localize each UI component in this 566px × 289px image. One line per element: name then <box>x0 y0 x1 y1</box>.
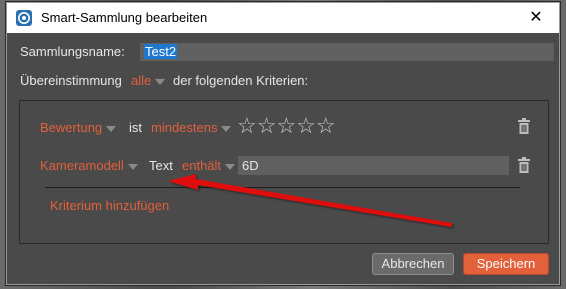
save-button[interactable]: Speichern <box>463 253 549 275</box>
caret-down-icon <box>155 78 166 85</box>
star-rating-selector[interactable]: ☆☆☆☆☆ <box>237 115 336 137</box>
collection-name-input[interactable]: Test2 <box>140 43 554 61</box>
criterion-type-text: Text <box>149 158 173 173</box>
cancel-button[interactable]: Abbrechen <box>372 253 454 275</box>
criterion-field-dropdown-rating[interactable]: Bewertung <box>40 120 117 135</box>
collection-name-label: Sammlungsname: <box>20 44 125 59</box>
criterion-condition-label: enthält <box>182 158 222 173</box>
add-criterion-link[interactable]: Kriterium hinzufügen <box>50 198 169 213</box>
caret-down-icon <box>127 163 138 170</box>
aperture-icon <box>16 10 32 26</box>
caret-down-icon <box>106 125 117 132</box>
window-title: Smart-Sammlung bearbeiten <box>41 10 208 25</box>
caret-down-icon <box>221 125 232 132</box>
criterion-field-label: Kameramodell <box>40 158 124 173</box>
dialog-content: Sammlungsname: Test2 Übereinstimmung all… <box>7 33 559 284</box>
close-button[interactable]: ✕ <box>513 3 559 33</box>
criterion-field-label: Bewertung <box>40 120 103 135</box>
collection-name-value: Test2 <box>144 44 178 59</box>
caret-down-icon <box>225 163 236 170</box>
criterion-condition-dropdown-camera[interactable]: enthält <box>182 158 236 173</box>
match-suffix-label: der folgenden Kriterien: <box>173 73 309 88</box>
trash-icon[interactable] <box>517 157 531 173</box>
criterion-operator-text: ist <box>129 120 142 135</box>
criterion-condition-dropdown-rating[interactable]: mindestens <box>151 120 232 135</box>
criteria-divider <box>45 187 520 188</box>
match-mode-value: alle <box>131 73 152 88</box>
criteria-panel: Bewertung ist mindestens ☆☆☆☆☆ Kameramod… <box>19 100 549 244</box>
camera-model-input[interactable]: 6D <box>238 156 509 175</box>
criterion-field-dropdown-camera[interactable]: Kameramodell <box>40 158 138 173</box>
title-bar: Smart-Sammlung bearbeiten ✕ <box>7 3 559 33</box>
match-label: Übereinstimmung <box>20 73 122 88</box>
trash-icon[interactable] <box>517 118 531 134</box>
edit-smart-collection-dialog: Smart-Sammlung bearbeiten ✕ Sammlungsnam… <box>6 2 560 285</box>
close-icon: ✕ <box>529 9 543 26</box>
match-mode-dropdown[interactable]: alle <box>131 73 166 88</box>
criterion-condition-label: mindestens <box>151 120 218 135</box>
